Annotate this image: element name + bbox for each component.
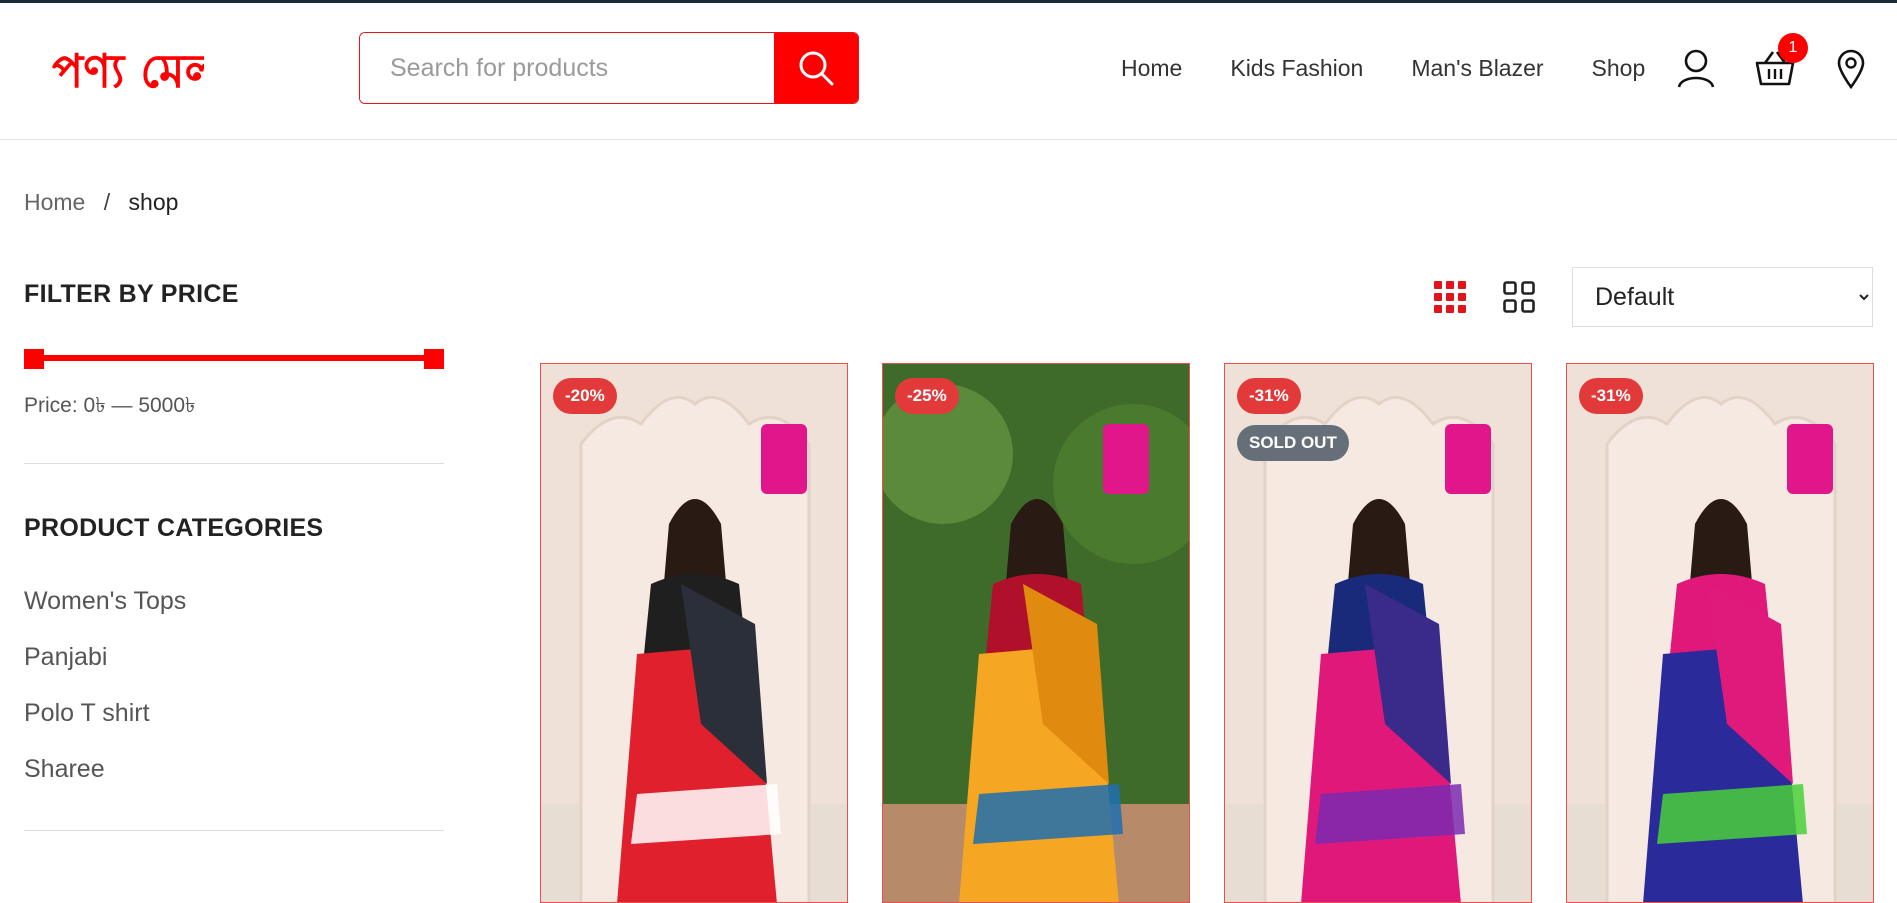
search-icon: [799, 51, 834, 86]
category-item-womens-tops[interactable]: Women's Tops: [24, 587, 444, 616]
breadcrumb-current: shop: [128, 189, 179, 215]
nav-shop[interactable]: Shop: [1592, 55, 1646, 82]
sidebar: FILTER BY PRICE Price: 0৳ — 5000৳ PRODUC…: [24, 280, 444, 831]
search-button[interactable]: [774, 33, 858, 103]
product-card[interactable]: -31%: [1566, 363, 1874, 903]
product-image[interactable]: [883, 364, 1190, 903]
search-input[interactable]: [360, 33, 774, 103]
site-header: পণ্য মেলা Home Kids Fashion Man's Blazer…: [0, 3, 1897, 140]
breadcrumb-separator: /: [103, 189, 111, 215]
price-slider-max-handle[interactable]: [424, 349, 444, 369]
brand-tag: [1445, 424, 1491, 494]
cart-count-badge: 1: [1778, 33, 1808, 63]
brand-tag: [1103, 424, 1149, 494]
product-card[interactable]: -31% SOLD OUT: [1224, 363, 1532, 903]
price-range-label: Price: 0৳ — 5000৳: [24, 394, 196, 417]
sidebar-divider: [24, 463, 444, 464]
price-slider: [24, 349, 444, 369]
product-card[interactable]: -20%: [540, 363, 848, 903]
product-image[interactable]: [1567, 364, 1874, 903]
discount-badge: -31%: [1237, 378, 1301, 414]
brand-tag: [1787, 424, 1833, 494]
sold-out-badge: SOLD OUT: [1237, 425, 1349, 461]
nav-mans-blazer[interactable]: Man's Blazer: [1411, 55, 1543, 82]
categories-title: PRODUCT CATEGORIES: [24, 514, 324, 542]
brand-tag: [761, 424, 807, 494]
nav-home[interactable]: Home: [1121, 55, 1182, 82]
discount-badge: -20%: [553, 378, 617, 414]
category-list: Women's Tops Panjabi Polo T shirt Sharee: [24, 587, 444, 784]
product-card[interactable]: -25%: [882, 363, 1190, 903]
category-item-panjabi[interactable]: Panjabi: [24, 643, 444, 672]
discount-badge: -31%: [1579, 378, 1643, 414]
nav-kids-fashion[interactable]: Kids Fashion: [1230, 55, 1363, 82]
price-slider-min-handle[interactable]: [24, 349, 44, 369]
logo-text: পণ্য মেলা: [52, 44, 204, 98]
main-nav: Home Kids Fashion Man's Blazer Shop: [1121, 55, 1645, 82]
breadcrumb: Home / shop: [24, 189, 178, 216]
price-slider-track[interactable]: [24, 355, 444, 361]
brand-logo[interactable]: পণ্য মেলা: [52, 39, 234, 109]
category-item-polo-t-shirt[interactable]: Polo T shirt: [24, 699, 444, 728]
map-pin-icon[interactable]: [1837, 49, 1865, 89]
product-image[interactable]: [541, 364, 848, 903]
price-filter-title: FILTER BY PRICE: [24, 280, 239, 308]
sort-select[interactable]: Default: [1572, 267, 1873, 327]
category-item-sharee[interactable]: Sharee: [24, 755, 444, 784]
discount-badge: -25%: [895, 378, 959, 414]
user-icon[interactable]: [1677, 49, 1715, 89]
search-bar: [359, 32, 859, 104]
sidebar-divider: [24, 830, 444, 831]
breadcrumb-home[interactable]: Home: [24, 189, 85, 215]
grid-2x2-icon[interactable]: [1503, 281, 1535, 313]
grid-3x3-icon[interactable]: [1434, 281, 1466, 313]
